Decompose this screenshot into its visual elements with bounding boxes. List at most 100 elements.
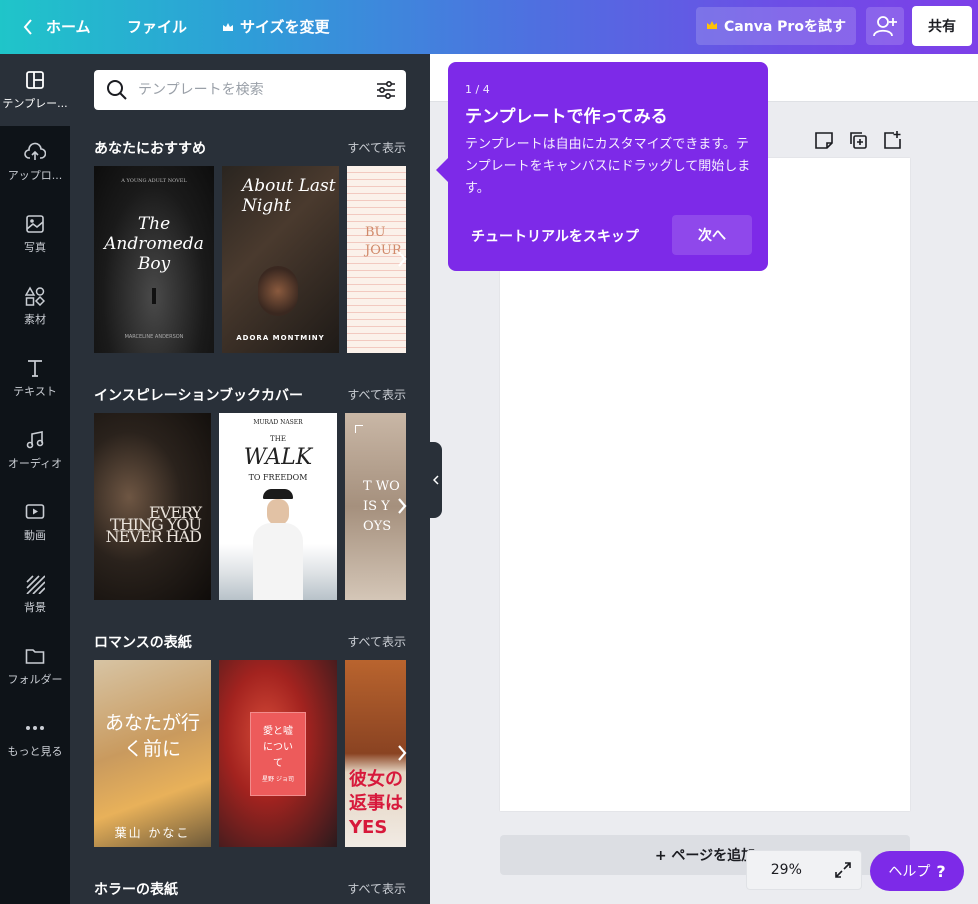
section-title-horror: ホラーの表紙 (94, 882, 178, 898)
rail-item-more[interactable]: もっと見る (0, 702, 70, 774)
see-all-horror-link[interactable]: すべて表示 (347, 880, 406, 897)
chevron-right-icon (398, 251, 407, 267)
thumb-title: あなたが行く前に (104, 712, 200, 760)
template-thumb-andromeda[interactable]: A YOUNG ADULT NOVEL The Andromeda Boy MA… (94, 166, 214, 353)
thumb-title: 愛と嘘について (263, 726, 293, 769)
rail-item-text[interactable]: テキスト (0, 342, 70, 414)
rail-item-uploads[interactable]: アップロ... (0, 126, 70, 198)
templates-panel: あなたにおすすめ すべて表示 A YOUNG ADULT NOVEL The A… (70, 54, 430, 904)
duplicate-page-icon[interactable] (848, 130, 868, 154)
section-title-inspiration: インスピレーションブックカバー (94, 388, 304, 404)
elements-icon (24, 285, 46, 307)
thumb-author: 星野 ジョ司 (262, 776, 294, 783)
thumb-the: THE (270, 435, 286, 443)
shirt-shape (253, 523, 303, 600)
zoom-control: 29% (746, 850, 862, 890)
tutorial-body: テンプレートは自由にカスタマイズできます。テンプレートをキャンバスにドラッグして… (465, 137, 751, 196)
help-button[interactable]: ヘルプ ? (870, 851, 964, 891)
template-search-input[interactable] (138, 78, 368, 102)
template-search-box (94, 70, 406, 110)
skip-tutorial-button[interactable]: チュートリアルをスキップ (471, 226, 639, 246)
see-all-inspiration-link[interactable]: すべて表示 (347, 386, 406, 403)
rail-item-templates[interactable]: テンプレー... (0, 54, 70, 126)
template-thumb-about-last-night[interactable]: About Last Night ADORA MONTMINY (222, 166, 339, 353)
thumb-subtitle: TO FREEDOM (248, 473, 308, 482)
scroll-right-arrow[interactable] (390, 741, 414, 765)
file-menu-button[interactable]: ファイル (127, 16, 187, 37)
back-chevron-icon[interactable] (18, 15, 38, 39)
more-dots-icon (24, 717, 46, 739)
face-shape (267, 499, 289, 525)
scroll-right-arrow[interactable] (390, 247, 414, 271)
rail-label: フォルダー (7, 673, 63, 686)
rail-label: もっと見る (7, 745, 63, 758)
home-button[interactable]: ホーム (46, 16, 91, 37)
music-note-icon (24, 429, 46, 451)
try-pro-label: Canva Proを試す (724, 19, 846, 35)
search-icon (106, 79, 128, 105)
upload-cloud-icon (24, 141, 46, 163)
thumb-title: 彼女の返事はYES (349, 769, 403, 838)
background-pattern-icon (24, 573, 46, 595)
crown-icon (706, 18, 718, 34)
thumb-title: WALK (243, 445, 313, 470)
folder-icon (24, 645, 46, 667)
rail-item-elements[interactable]: 素材 (0, 270, 70, 342)
try-canva-pro-button[interactable]: Canva Proを試す (696, 7, 856, 45)
add-page-icon[interactable] (882, 130, 902, 154)
photo-icon (24, 213, 46, 235)
next-step-button[interactable]: 次へ (672, 215, 752, 255)
chevron-right-icon (398, 498, 407, 514)
tutorial-title: テンプレートで作ってみる (465, 107, 668, 127)
question-mark-icon: ? (936, 861, 946, 881)
rail-item-audio[interactable]: オーディオ (0, 414, 70, 486)
zoom-level[interactable]: 29% (747, 862, 826, 878)
thumb-title: The Andromeda Boy (104, 214, 204, 274)
side-rail: テンプレー... アップロ... 写真 素材 テキスト オーディオ 動画 背景 … (0, 54, 70, 904)
template-thumb-romance-before-you-go[interactable]: あなたが行く前に 葉山 かなこ (94, 660, 211, 847)
text-icon (24, 357, 46, 379)
scroll-right-arrow[interactable] (390, 494, 414, 518)
template-icon (24, 69, 46, 91)
filter-sliders-icon[interactable] (376, 80, 396, 104)
rail-item-background[interactable]: 背景 (0, 558, 70, 630)
thumb-author: ADORA MONTMINY (236, 334, 325, 342)
template-thumb-love-and-lies[interactable]: 愛と嘘について 星野 ジョ司 (219, 660, 337, 847)
tutorial-step-counter: 1 / 4 (465, 83, 490, 96)
rail-item-folders[interactable]: フォルダー (0, 630, 70, 702)
note-icon[interactable] (814, 130, 834, 154)
tutorial-popover: 1 / 4 テンプレートで作ってみる テンプレートは自由にカスタマイズできます。… (448, 62, 768, 271)
help-label: ヘルプ (888, 864, 931, 880)
rail-item-video[interactable]: 動画 (0, 486, 70, 558)
resize-label: サイズを変更 (240, 18, 330, 36)
collapse-panel-button[interactable] (430, 442, 442, 518)
rail-item-photos[interactable]: 写真 (0, 198, 70, 270)
thumb-title: EVERY THING YOU NEVER HAD (105, 503, 202, 546)
section-title-recommended: あなたにおすすめ (94, 141, 206, 157)
thumb-title: About Last Night (242, 176, 336, 216)
template-thumb-everything[interactable]: EVERY THING YOU NEVER HAD (94, 413, 211, 600)
rail-label: 素材 (24, 313, 46, 326)
thumb-author: MARCELINE ANDERSON (124, 334, 184, 340)
video-icon (24, 501, 46, 523)
section-title-romance: ロマンスの表紙 (94, 635, 192, 651)
fullscreen-expand-icon[interactable] (826, 861, 861, 879)
resize-button[interactable]: サイズを変更 (222, 16, 330, 37)
rail-label: 動画 (24, 529, 46, 542)
figure-silhouette (152, 288, 156, 304)
hat-shape (263, 489, 293, 499)
rail-label: 背景 (24, 601, 46, 614)
chevron-right-icon (398, 745, 407, 761)
thumb-tagline: A YOUNG ADULT NOVEL (121, 178, 187, 184)
template-thumb-walk[interactable]: MURAD NASER THE WALK TO FREEDOM (219, 413, 337, 600)
rail-label: 写真 (24, 241, 46, 254)
thumb-author: MURAD NASER (253, 419, 303, 426)
rail-label: テキスト (13, 385, 57, 398)
share-people-button[interactable] (866, 7, 904, 45)
crown-icon (222, 18, 234, 36)
share-button[interactable]: 共有 (912, 6, 972, 46)
top-bar: ホーム ファイル サイズを変更 Canva Proを試す 共有 (0, 0, 978, 54)
see-all-romance-link[interactable]: すべて表示 (347, 633, 406, 650)
rail-label: テンプレー... (2, 97, 68, 110)
see-all-recommended-link[interactable]: すべて表示 (347, 139, 406, 156)
